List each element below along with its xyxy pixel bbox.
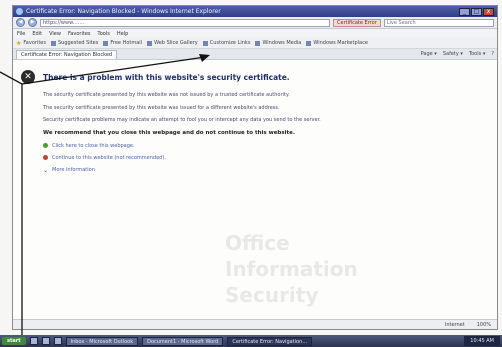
menu-view[interactable]: View — [49, 31, 61, 37]
close-page-option[interactable]: Click here to close this webpage. — [43, 143, 351, 149]
favorites-button[interactable]: ★ Favorites — [16, 40, 46, 47]
continue-option[interactable]: Continue to this website (not recommende… — [43, 155, 351, 161]
taskbar-task[interactable]: Inbox - Microsoft Outlook — [65, 336, 139, 346]
window-title: Certificate Error: Navigation Blocked - … — [26, 8, 221, 15]
chevron-down-icon: ⌄ — [43, 166, 49, 174]
continue-link[interactable]: Continue to this website (not recommende… — [52, 155, 166, 161]
taskbar: start Inbox - Microsoft Outlook Document… — [0, 335, 502, 347]
favorites-link[interactable]: Windows Marketplace — [306, 40, 368, 46]
headline-text: There is a problem with this website's s… — [43, 72, 290, 82]
safety-menu-button[interactable]: Safety ▾ — [443, 51, 463, 57]
menu-tools[interactable]: Tools — [98, 31, 110, 37]
error-paragraph: The security certificate presented by th… — [43, 104, 280, 111]
more-info-option[interactable]: ⌄ More information — [43, 167, 351, 174]
search-input[interactable]: Live Search — [383, 18, 494, 27]
url-input[interactable]: https://www.…… — [40, 18, 330, 27]
forward-icon[interactable]: ▶ — [28, 18, 37, 27]
favorites-link[interactable]: Customize Links — [202, 40, 250, 46]
favorites-link[interactable]: Web Slice Gallery — [147, 40, 198, 46]
page-icon — [147, 40, 153, 46]
maximize-button[interactable]: □ — [471, 7, 482, 16]
page-icon — [255, 40, 261, 46]
quick-launch-icon[interactable] — [29, 337, 38, 345]
menu-favorites[interactable]: Favorites — [68, 31, 91, 37]
close-page-link[interactable]: Click here to close this webpage. — [52, 143, 135, 149]
favorites-link[interactable]: Suggested Sites — [50, 40, 98, 46]
system-clock: 10:45 AM — [464, 336, 500, 346]
favorites-link[interactable]: Free Hotmail — [103, 40, 142, 46]
taskbar-task[interactable]: Certificate Error: Navigation... — [227, 336, 313, 346]
page-icon — [306, 40, 312, 46]
security-zone: Internet — [444, 321, 465, 328]
taskbar-task[interactable]: Document1 - Microsoft Word — [142, 336, 224, 346]
close-button[interactable]: x — [483, 7, 494, 16]
address-bar: ◀ ▶ https://www.…… Certificate Error Liv… — [13, 17, 497, 29]
page-content: ✕ There is a problem with this website's… — [13, 60, 497, 319]
start-button[interactable]: start — [2, 337, 26, 345]
menu-bar: File Edit View Favorites Tools Help — [13, 29, 497, 38]
menu-file[interactable]: File — [17, 31, 25, 37]
error-headline: ✕ There is a problem with this website's… — [21, 70, 487, 84]
error-shield-icon: ✕ — [21, 70, 35, 84]
tab-bar: Certificate Error: Navigation Blocked Pa… — [13, 49, 497, 60]
page-icon — [50, 40, 56, 46]
tools-menu-button[interactable]: Tools ▾ — [469, 51, 485, 57]
error-paragraph: Security certificate problems may indica… — [43, 117, 321, 123]
browser-window: Certificate Error: Navigation Blocked - … — [12, 5, 498, 330]
certificate-error-badge[interactable]: Certificate Error — [333, 18, 381, 27]
quick-launch-icon[interactable] — [41, 337, 50, 345]
zoom-level[interactable]: 100% — [477, 322, 491, 328]
error-body: The security certificate presented by th… — [21, 92, 351, 174]
menu-help[interactable]: Help — [117, 31, 128, 37]
minimize-button[interactable]: _ — [459, 7, 470, 16]
red-shield-icon — [43, 155, 48, 160]
page-icon — [103, 40, 109, 46]
green-shield-icon — [43, 143, 48, 148]
status-bar: Internet 100% — [13, 319, 497, 329]
recommendation-text: We recommend that you close this webpage… — [43, 129, 295, 136]
page-icon — [202, 40, 208, 46]
more-info-link[interactable]: More information — [52, 167, 95, 173]
page-menu-button[interactable]: Page ▾ — [421, 51, 437, 57]
favorites-bar: ★ Favorites Suggested Sites Free Hotmail… — [13, 38, 497, 49]
favorites-link[interactable]: Windows Media — [255, 40, 301, 46]
title-bar: Certificate Error: Navigation Blocked - … — [13, 6, 497, 17]
back-icon[interactable]: ◀ — [16, 18, 25, 27]
help-button[interactable]: ? — [491, 51, 494, 57]
command-bar: Page ▾ Safety ▾ Tools ▾ ? — [421, 51, 494, 57]
tab-certificate-error[interactable]: Certificate Error: Navigation Blocked — [16, 49, 118, 59]
menu-edit[interactable]: Edit — [32, 31, 42, 37]
error-paragraph: The security certificate presented by th… — [43, 92, 290, 98]
quick-launch-icon[interactable] — [53, 337, 62, 345]
star-icon: ★ — [16, 39, 22, 47]
ie-logo-icon — [16, 8, 23, 15]
